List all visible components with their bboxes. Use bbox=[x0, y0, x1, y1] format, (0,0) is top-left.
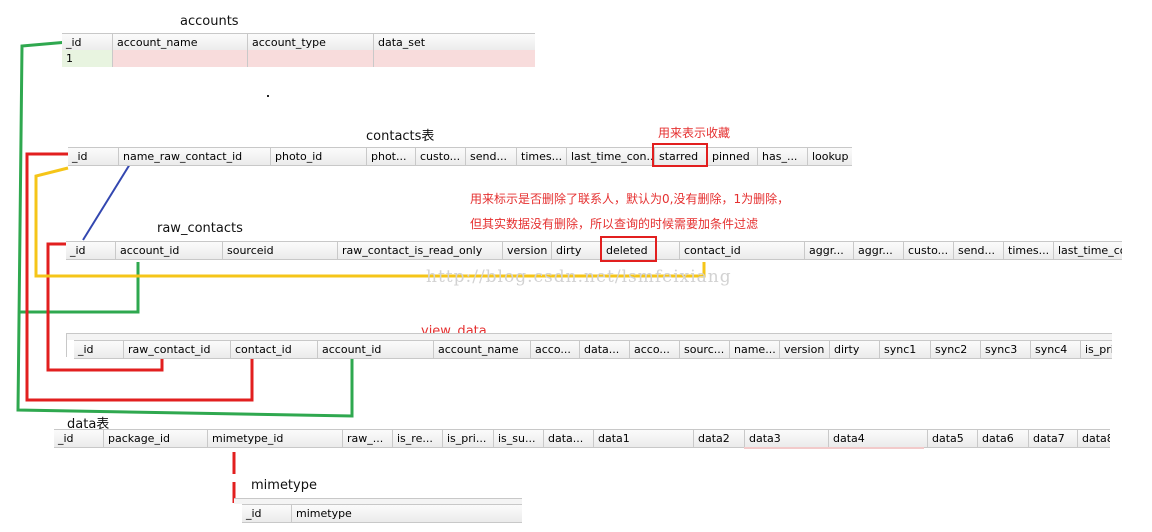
mimetype-title: mimetype bbox=[251, 478, 317, 493]
col-account-name[interactable]: account_name bbox=[113, 34, 248, 51]
col-data[interactable]: data... bbox=[580, 341, 630, 358]
view-data-frame bbox=[66, 333, 1112, 340]
col-sync1[interactable]: sync1 bbox=[880, 341, 931, 358]
col-dirty[interactable]: dirty bbox=[830, 341, 880, 358]
col-contact-id[interactable]: contact_id bbox=[231, 341, 318, 358]
cell-account-type bbox=[248, 50, 374, 67]
col-pinned[interactable]: pinned bbox=[708, 148, 758, 165]
col-sync2[interactable]: sync2 bbox=[931, 341, 981, 358]
col-data-set[interactable]: data_set bbox=[374, 34, 535, 51]
col-id[interactable]: _id bbox=[54, 430, 104, 447]
col-aggr-1[interactable]: aggr... bbox=[805, 242, 854, 259]
contacts-header: _id name_raw_contact_id photo_id phot...… bbox=[68, 147, 852, 166]
contacts-title: contacts表 bbox=[366, 129, 435, 144]
col-send[interactable]: send... bbox=[466, 148, 517, 165]
col-phot[interactable]: phot... bbox=[367, 148, 416, 165]
col-sourc[interactable]: sourc... bbox=[680, 341, 730, 358]
col-has[interactable]: has_... bbox=[758, 148, 808, 165]
deleted-note-line1: 用来标示是否删除了联系人，默认为0,没有删除，1为删除， bbox=[470, 192, 790, 206]
view-data-header: _id raw_contact_id contact_id account_id… bbox=[74, 340, 1112, 359]
col-account-type[interactable]: account_type bbox=[248, 34, 374, 51]
col-id[interactable]: _id bbox=[62, 34, 113, 51]
col-dirty[interactable]: dirty bbox=[552, 242, 602, 259]
stray-dot bbox=[267, 95, 269, 97]
col-id[interactable]: _id bbox=[66, 242, 116, 259]
col-name[interactable]: name... bbox=[730, 341, 780, 358]
blue-connector bbox=[82, 163, 131, 241]
col-times[interactable]: times... bbox=[517, 148, 567, 165]
mimetype-header: _id mimetype bbox=[242, 504, 522, 523]
col-id[interactable]: _id bbox=[68, 148, 119, 165]
col-account-name[interactable]: account_name bbox=[434, 341, 531, 358]
col-version[interactable]: version bbox=[780, 341, 830, 358]
col-aggr-2[interactable]: aggr... bbox=[854, 242, 904, 259]
col-data3[interactable]: data3 bbox=[745, 430, 829, 447]
col-data7[interactable]: data7 bbox=[1029, 430, 1078, 447]
col-custo[interactable]: custo... bbox=[904, 242, 954, 259]
watermark: http://blog.csdn.net/lsmfeixiang bbox=[426, 267, 732, 287]
col-data1[interactable]: data1 bbox=[594, 430, 694, 447]
deleted-note-line2: 但其实数据没有删除，所以查询的时候需要加条件过滤 bbox=[470, 217, 759, 231]
data-header: _id package_id mimetype_id raw_... is_re… bbox=[54, 429, 1110, 448]
col-photo-id[interactable]: photo_id bbox=[271, 148, 367, 165]
col-raw-contact-is-read-only[interactable]: raw_contact_is_read_only bbox=[338, 242, 503, 259]
view-data-frame-left bbox=[66, 333, 73, 357]
col-send[interactable]: send... bbox=[954, 242, 1004, 259]
cell-account-name bbox=[113, 50, 248, 67]
col-last-time-con[interactable]: last_time_con... bbox=[567, 148, 655, 165]
starred-note: 用来表示收藏 bbox=[658, 126, 731, 140]
col-mimetype[interactable]: mimetype bbox=[292, 505, 522, 522]
col-sync3[interactable]: sync3 bbox=[981, 341, 1031, 358]
col-name-raw-contact-id[interactable]: name_raw_contact_id bbox=[119, 148, 271, 165]
col-acco-1[interactable]: acco... bbox=[531, 341, 580, 358]
relationship-lines bbox=[16, 40, 706, 503]
col-package-id[interactable]: package_id bbox=[104, 430, 208, 447]
col-data8[interactable]: data8 bbox=[1078, 430, 1110, 447]
cell-id: 1 bbox=[62, 50, 113, 67]
col-is-su[interactable]: is_su... bbox=[494, 430, 544, 447]
col-account-id[interactable]: account_id bbox=[116, 242, 223, 259]
col-custo[interactable]: custo... bbox=[416, 148, 466, 165]
cell-data-set bbox=[374, 50, 535, 67]
col-is-re[interactable]: is_re... bbox=[393, 430, 443, 447]
col-data6[interactable]: data6 bbox=[978, 430, 1029, 447]
col-mimetype-id[interactable]: mimetype_id bbox=[208, 430, 343, 447]
col-data2[interactable]: data2 bbox=[694, 430, 745, 447]
col-last-time-cor[interactable]: last_time_cor bbox=[1054, 242, 1122, 259]
col-raw-contact-id[interactable]: raw_contact_id bbox=[124, 341, 231, 358]
accounts-title: accounts bbox=[180, 14, 239, 29]
starred-highlight bbox=[652, 143, 708, 167]
col-lookup[interactable]: lookup bbox=[808, 148, 852, 165]
col-data[interactable]: data... bbox=[544, 430, 594, 447]
col-data5[interactable]: data5 bbox=[928, 430, 978, 447]
col-version[interactable]: version bbox=[503, 242, 552, 259]
raw-contacts-header: _id account_id sourceid raw_contact_is_r… bbox=[66, 241, 1122, 260]
col-id[interactable]: _id bbox=[74, 341, 124, 358]
col-data4[interactable]: data4 bbox=[829, 430, 928, 447]
raw-contacts-title: raw_contacts bbox=[157, 221, 243, 236]
col-acco-2[interactable]: acco... bbox=[630, 341, 680, 358]
col-contact-id[interactable]: contact_id bbox=[680, 242, 805, 259]
data-row-underline bbox=[744, 447, 924, 449]
col-sourceid[interactable]: sourceid bbox=[223, 242, 338, 259]
col-account-id[interactable]: account_id bbox=[318, 341, 434, 358]
col-sync4[interactable]: sync4 bbox=[1031, 341, 1081, 358]
col-is-pri[interactable]: is_pri... bbox=[443, 430, 494, 447]
deleted-highlight bbox=[600, 236, 657, 262]
col-is-pri[interactable]: is_pri... bbox=[1081, 341, 1112, 358]
col-times[interactable]: times... bbox=[1004, 242, 1054, 259]
col-raw[interactable]: raw_... bbox=[343, 430, 393, 447]
col-id[interactable]: _id bbox=[242, 505, 292, 522]
accounts-row[interactable]: 1 bbox=[62, 50, 535, 67]
